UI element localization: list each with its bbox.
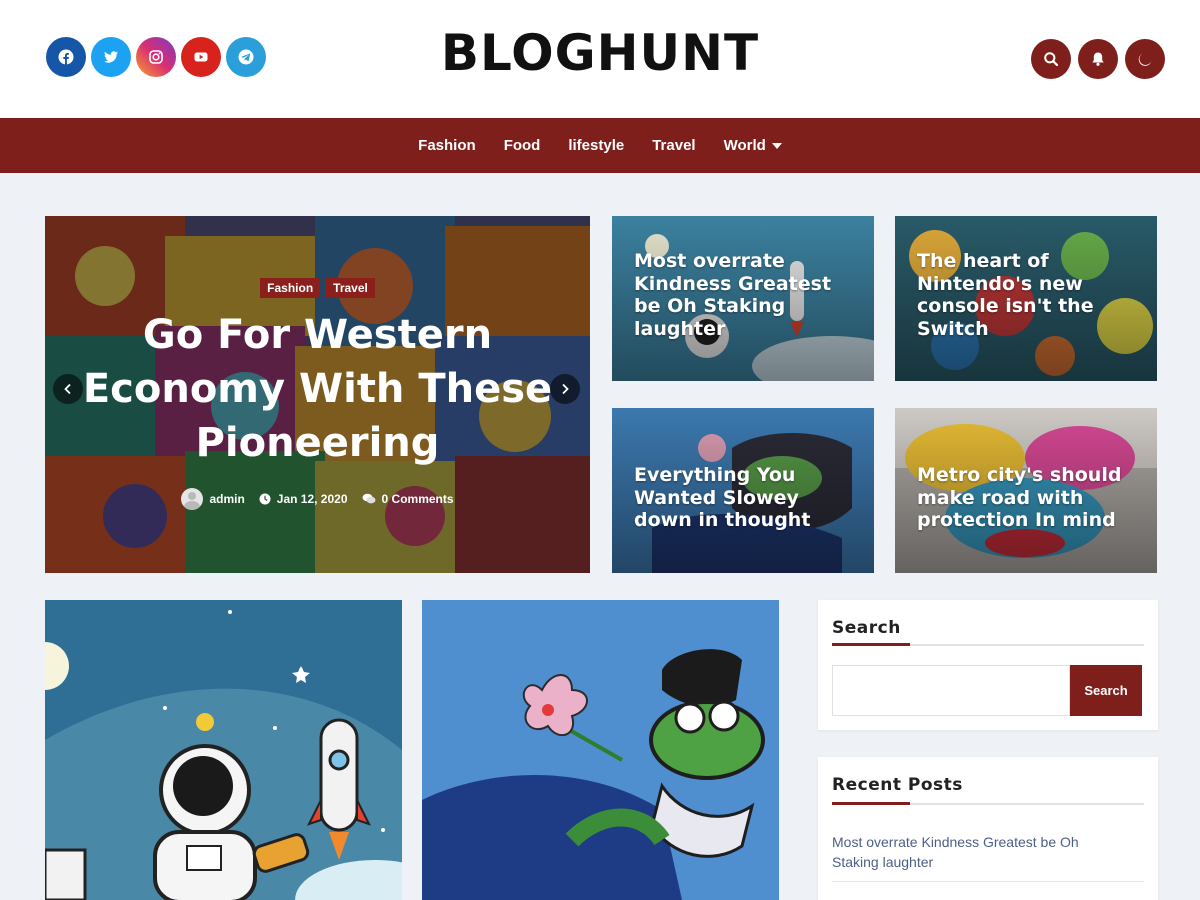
search-submit-button[interactable]: Search xyxy=(1070,665,1142,716)
card-title[interactable]: Everything You Wanted Slowey down in tho… xyxy=(634,464,860,532)
moon-icon xyxy=(1138,53,1152,66)
search-input[interactable] xyxy=(832,665,1070,716)
search-widget: Search Search xyxy=(818,600,1158,730)
dark-mode-toggle[interactable] xyxy=(1125,39,1165,79)
chevron-left-icon xyxy=(64,383,71,395)
nav-item-travel[interactable]: Travel xyxy=(652,137,695,154)
recent-post-link[interactable]: Most overrate Kindness Greatest be Oh St… xyxy=(832,832,1122,872)
header-actions xyxy=(1031,39,1165,79)
hero-slider[interactable]: Fashion Travel Go For Western Economy Wi… xyxy=(45,216,590,573)
nav-item-fashion[interactable]: Fashion xyxy=(418,137,476,154)
search-widget-title: Search xyxy=(832,618,901,638)
search-icon xyxy=(1044,52,1059,67)
author-name: admin xyxy=(209,492,245,506)
card-title[interactable]: Metro city's should make road with prote… xyxy=(917,464,1143,532)
comments-meta[interactable]: 0 Comments xyxy=(362,492,454,506)
post-image xyxy=(45,600,402,900)
hero-title[interactable]: Go For Western Economy With These Pionee… xyxy=(75,308,560,470)
bell-icon xyxy=(1092,52,1104,66)
featured-card[interactable]: Most overrate Kindness Greatest be Oh St… xyxy=(612,216,874,381)
avatar xyxy=(181,488,204,510)
chevron-right-icon xyxy=(562,383,569,395)
site-header: BLOGHUNT xyxy=(0,0,1200,118)
divider-accent xyxy=(832,643,910,646)
date-meta[interactable]: Jan 12, 2020 xyxy=(259,492,348,506)
card-title[interactable]: Most overrate Kindness Greatest be Oh St… xyxy=(634,250,860,340)
nav-item-world-label: World xyxy=(723,137,766,154)
chevron-down-icon xyxy=(771,142,782,149)
nav-item-food[interactable]: Food xyxy=(504,137,541,154)
category-badge-travel[interactable]: Travel xyxy=(326,278,375,298)
nav-item-lifestyle[interactable]: lifestyle xyxy=(568,137,624,154)
card-title[interactable]: The heart of Nintendo's new console isn'… xyxy=(917,250,1143,340)
nav-item-world[interactable]: World xyxy=(724,137,782,154)
slider-next-button[interactable] xyxy=(550,374,580,404)
recent-posts-title: Recent Posts xyxy=(832,775,963,795)
divider xyxy=(832,881,1144,882)
notifications-button[interactable] xyxy=(1078,39,1118,79)
divider-accent xyxy=(832,802,910,805)
post-thumbnail[interactable] xyxy=(422,600,779,900)
post-image xyxy=(422,600,779,900)
recent-posts-widget: Recent Posts Most overrate Kindness Grea… xyxy=(818,757,1158,900)
comments-count: 0 Comments xyxy=(381,492,454,506)
comments-icon xyxy=(362,493,376,504)
post-thumbnail[interactable] xyxy=(45,600,402,900)
hero-categories: Fashion Travel xyxy=(45,278,590,298)
category-badge-fashion[interactable]: Fashion xyxy=(260,278,321,298)
featured-card[interactable]: Metro city's should make road with prote… xyxy=(895,408,1157,573)
featured-card[interactable]: Everything You Wanted Slowey down in tho… xyxy=(612,408,874,573)
main-nav: Fashion Food lifestyle Travel World xyxy=(0,118,1200,173)
hero-meta: admin Jan 12, 2020 0 Comments xyxy=(45,488,590,510)
author-meta[interactable]: admin xyxy=(181,488,245,510)
slider-prev-button[interactable] xyxy=(53,374,83,404)
search-button[interactable] xyxy=(1031,39,1071,79)
clock-icon xyxy=(259,493,271,505)
site-logo[interactable]: BLOGHUNT xyxy=(0,24,1200,82)
post-date: Jan 12, 2020 xyxy=(276,492,348,506)
featured-card[interactable]: The heart of Nintendo's new console isn'… xyxy=(895,216,1157,381)
